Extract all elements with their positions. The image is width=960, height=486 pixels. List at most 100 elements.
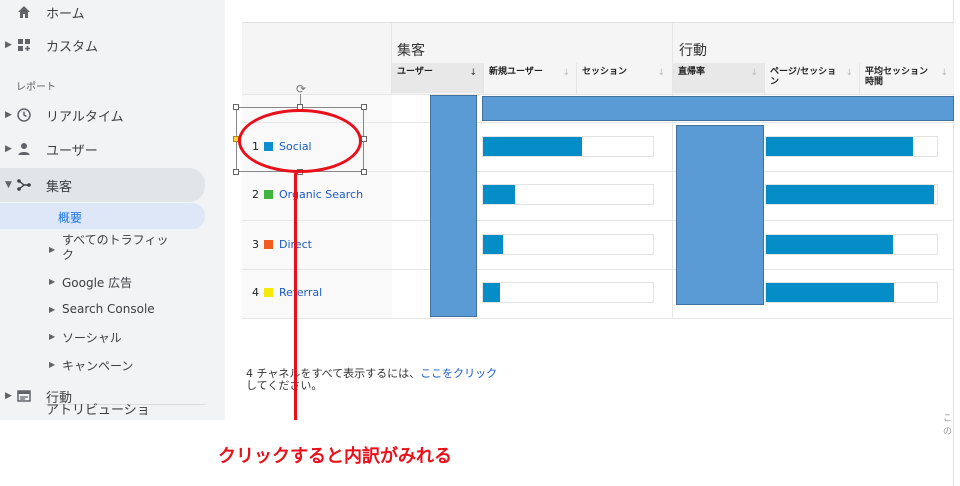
col-bounce-rate[interactable]: 直帰率 ↓ <box>673 63 764 93</box>
mask-totals-row <box>482 96 954 121</box>
table-row-organic-search: 2 Organic Search <box>252 184 363 204</box>
col-pages-per-session[interactable]: ページ/セッション ↓ <box>765 63 859 93</box>
row-line <box>242 269 954 270</box>
nav-custom-label: カスタム <box>46 39 99 55</box>
click-here-link[interactable]: ここをクリック <box>420 367 497 380</box>
col-pages-per-session-label: ページ/セッション <box>770 67 837 87</box>
col-sessions-label: セッション <box>582 67 628 77</box>
sort-icon: ↓ <box>750 68 758 78</box>
sort-icon: ↓ <box>940 68 948 78</box>
row-number: 4 <box>252 285 259 299</box>
nav-home-label: ホーム <box>46 6 85 22</box>
show-all-channels-note: 4 チャネルをすべて表示するには、ここをクリック してください。 <box>246 368 497 392</box>
col-users-label: ユーザー <box>397 67 433 77</box>
sub-all-traffic[interactable]: ▶ すべてのトラフィック <box>0 231 205 265</box>
sub-campaigns-label: キャンペーン <box>62 359 134 373</box>
new-users-bar-fill <box>483 137 582 156</box>
col-rule <box>859 63 860 94</box>
row-line <box>242 318 954 319</box>
pages-per-session-bar <box>765 184 938 205</box>
row-number: 3 <box>252 237 259 251</box>
sort-icon: ↓ <box>845 68 853 78</box>
pages-per-session-bar <box>765 136 938 157</box>
resize-handle[interactable] <box>361 169 367 175</box>
sub-search-console-label: Search Console <box>62 302 155 316</box>
col-new-users[interactable]: 新規ユーザー ↓ <box>484 63 576 93</box>
new-users-bar-fill <box>483 283 500 302</box>
row-number: 2 <box>252 187 259 201</box>
new-users-bar-fill <box>483 185 516 204</box>
home-icon <box>18 6 30 18</box>
new-users-bar-fill <box>483 235 504 254</box>
callout-text: クリックすると内訳がみれる <box>218 446 452 467</box>
channel-link-organic-search[interactable]: Organic Search <box>279 188 363 201</box>
row-line <box>242 94 954 95</box>
chevron-right-icon: ▶ <box>49 360 56 369</box>
chevron-right-icon: ▶ <box>49 245 56 254</box>
sub-google-ads-label: Google 広告 <box>62 276 133 290</box>
sort-icon: ↓ <box>562 68 570 78</box>
new-users-bar <box>482 282 654 303</box>
pages-per-session-bar-fill <box>766 137 914 156</box>
table-row-direct: 3 Direct <box>252 234 312 254</box>
col-rule <box>576 63 577 94</box>
clock-icon <box>17 108 31 122</box>
sub-overview[interactable]: 概要 <box>0 203 205 229</box>
chevron-down-icon: ▼ <box>5 180 12 190</box>
callout-pointer-line <box>294 173 297 420</box>
table-row-referral: 4 Referral <box>252 282 322 302</box>
col-bounce-rate-label: 直帰率 <box>678 67 706 77</box>
chevron-right-icon: ▶ <box>5 144 12 154</box>
sort-down-icon: ↓ <box>469 68 477 78</box>
sub-google-ads[interactable]: ▶ Google 広告 <box>0 268 205 294</box>
channel-color-swatch <box>264 239 273 249</box>
person-icon <box>18 143 30 155</box>
reports-section-label: レポート <box>16 82 56 93</box>
sub-search-console[interactable]: ▶ Search Console <box>0 296 205 322</box>
channel-link-referral[interactable]: Referral <box>279 286 322 299</box>
row-line <box>242 220 954 221</box>
resize-handle[interactable] <box>233 169 239 175</box>
sub-social-label: ソーシャル <box>62 331 122 345</box>
sub-overview-label: 概要 <box>58 211 83 225</box>
edge-text-fragment: この <box>943 414 953 437</box>
chevron-right-icon: ▶ <box>49 332 56 341</box>
sub-campaigns[interactable]: ▶ キャンペーン <box>0 351 205 377</box>
rotate-handle-icon[interactable]: ⟳ <box>294 82 308 96</box>
highlight-ellipse <box>238 109 362 173</box>
sidebar: ホーム ▶ カスタム レポート ▶ リアルタイム ▶ ユーザー ▼ 集客 概要 … <box>0 0 225 420</box>
channel-color-swatch <box>264 287 273 297</box>
nav-users-label: ユーザー <box>46 143 98 159</box>
new-users-bar <box>482 234 654 255</box>
group-acquisition-header: 集客 <box>397 43 425 59</box>
resize-handle[interactable] <box>361 104 367 110</box>
behavior-icon <box>17 390 31 402</box>
screenshot-root: ホーム ▶ カスタム レポート ▶ リアルタイム ▶ ユーザー ▼ 集客 概要 … <box>0 0 960 486</box>
dashboard-icon <box>18 39 30 51</box>
col-rule <box>764 63 765 94</box>
sub-all-traffic-label: すべてのトラフィック <box>62 233 169 262</box>
nav-attribution-label: アトリビューショ <box>46 402 150 418</box>
nav-acquisition-label: 集客 <box>46 179 73 195</box>
chevron-right-icon: ▶ <box>5 110 12 120</box>
col-avg-session-duration[interactable]: 平均セッション時間 ↓ <box>860 63 954 93</box>
col-sessions[interactable]: セッション ↓ <box>577 63 671 93</box>
mask-bounce-rate-column <box>676 125 764 305</box>
chevron-right-icon: ▶ <box>5 40 12 50</box>
note-text-post: してください。 <box>246 379 323 392</box>
col-users[interactable]: ユーザー ↓ <box>392 63 483 93</box>
resize-handle[interactable] <box>233 104 239 110</box>
pages-per-session-bar-fill <box>766 185 934 204</box>
new-users-bar <box>482 136 654 157</box>
col-avg-session-duration-label: 平均セッション時間 <box>865 67 929 87</box>
chevron-right-icon: ▶ <box>5 391 12 401</box>
group-behavior-header: 行動 <box>679 43 707 59</box>
pages-per-session-bar <box>765 282 938 303</box>
nav-acquisition[interactable]: ▼ 集客 <box>0 168 205 202</box>
sort-icon: ↓ <box>657 68 665 78</box>
pages-per-session-bar-fill <box>766 283 895 302</box>
pages-per-session-bar <box>765 234 938 255</box>
mask-users-column <box>430 95 477 317</box>
sub-social[interactable]: ▶ ソーシャル <box>0 323 205 349</box>
chevron-right-icon: ▶ <box>49 277 56 286</box>
